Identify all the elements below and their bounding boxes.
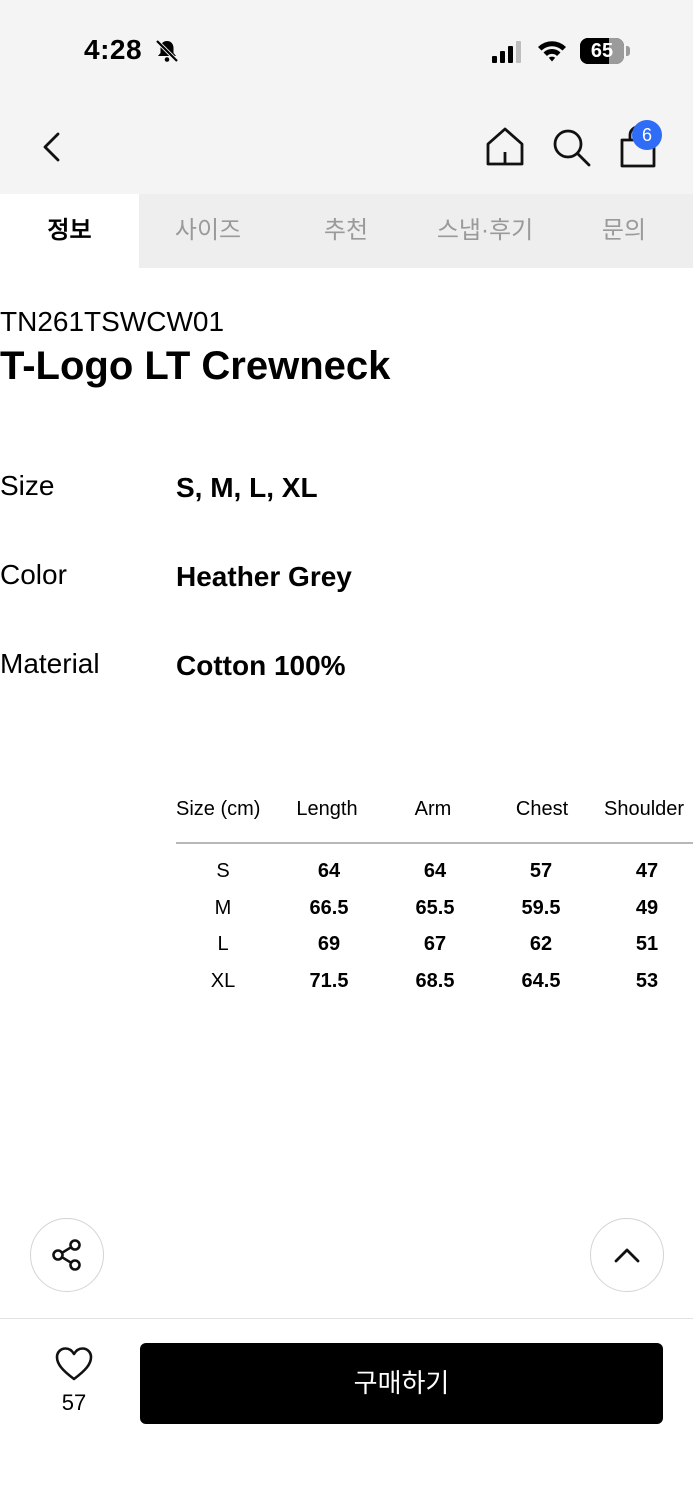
share-button[interactable]	[30, 1218, 104, 1292]
tab-size[interactable]: 사이즈	[139, 194, 277, 268]
cart-count-badge: 6	[632, 120, 662, 150]
arm-cell: 64	[423, 860, 447, 882]
like-count: 57	[61, 1390, 87, 1415]
status-bar: 4:28 65	[0, 0, 693, 100]
battery-cap	[626, 46, 630, 56]
size-cell: M	[214, 897, 232, 919]
tab-recommend[interactable]: 추천	[277, 194, 415, 268]
size-cell: S	[216, 860, 230, 882]
share-icon	[52, 1239, 81, 1271]
like-button[interactable]: 57	[40, 1340, 108, 1420]
spec-label-size: Size	[0, 470, 55, 501]
size-table-divider	[176, 842, 693, 844]
arm-cell: 67	[423, 933, 447, 955]
battery-indicator: 65	[580, 38, 624, 64]
search-icon[interactable]	[548, 124, 594, 170]
shoulder-cell: 51	[635, 933, 659, 955]
chevron-left-icon[interactable]	[34, 126, 74, 168]
heart-icon	[55, 1347, 93, 1381]
battery-level: 65	[590, 40, 614, 62]
tab-info[interactable]: 정보	[0, 194, 139, 268]
chest-cell: 62	[529, 933, 553, 955]
chest-cell: 64.5	[521, 970, 561, 992]
tab-bar: 정보 사이즈 추천 스냅·후기 문의	[0, 194, 693, 268]
spec-label-color: Color	[0, 559, 67, 590]
shoulder-cell: 49	[635, 897, 659, 919]
size-table-header: Length	[296, 798, 358, 820]
scroll-top-button[interactable]	[590, 1218, 664, 1292]
size-table-header: Chest	[515, 798, 569, 820]
size-cell: L	[217, 933, 229, 955]
chest-cell: 59.5	[521, 897, 561, 919]
length-cell: 69	[317, 933, 341, 955]
home-icon[interactable]	[482, 124, 528, 170]
wifi-icon	[538, 41, 566, 62]
status-time: 4:28	[84, 34, 143, 65]
size-table-header: Shoulder	[604, 798, 685, 820]
spec-value-material: Cotton 100%	[176, 650, 346, 681]
bell-muted-icon	[155, 39, 179, 63]
bottom-bar-divider	[0, 1318, 693, 1319]
product-code: TN261TSWCW01	[0, 306, 225, 337]
length-cell: 71.5	[309, 970, 349, 992]
chest-cell: 57	[529, 860, 553, 882]
length-cell: 66.5	[309, 897, 349, 919]
size-table-header: Arm	[414, 798, 452, 820]
buy-button[interactable]: 구매하기	[140, 1343, 663, 1424]
top-nav	[0, 100, 693, 194]
product-name: T-Logo LT Crewneck	[0, 344, 391, 388]
size-cell: XL	[210, 970, 236, 992]
spec-value-size: S, M, L, XL	[176, 472, 318, 503]
cellular-signal-icon	[492, 41, 521, 63]
chevron-up-icon	[614, 1248, 640, 1263]
spec-value-color: Heather Grey	[176, 561, 352, 592]
tab-inquiry[interactable]: 문의	[555, 194, 693, 268]
tab-snap-reviews[interactable]: 스냅·후기	[415, 194, 555, 268]
arm-cell: 65.5	[415, 897, 455, 919]
length-cell: 64	[317, 860, 341, 882]
spec-label-material: Material	[0, 648, 100, 679]
arm-cell: 68.5	[415, 970, 455, 992]
shoulder-cell: 47	[635, 860, 659, 882]
size-table-header: Size (cm)	[176, 798, 261, 820]
shoulder-cell: 53	[635, 970, 659, 992]
